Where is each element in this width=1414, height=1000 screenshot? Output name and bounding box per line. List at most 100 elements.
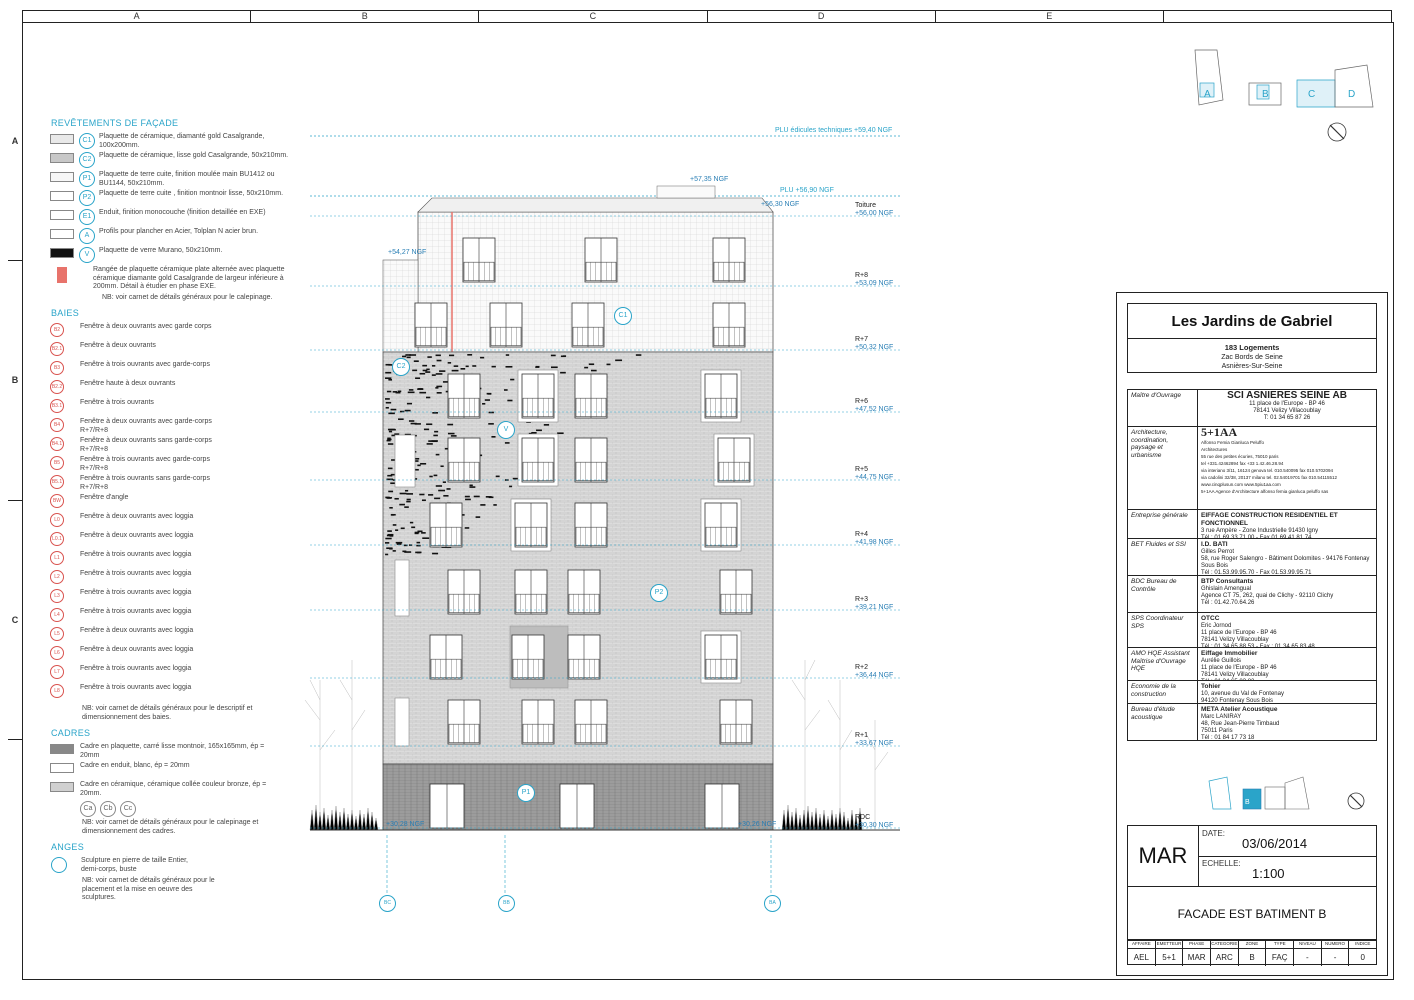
actor-name: META Atelier Acoustique bbox=[1201, 706, 1278, 713]
keyplan-label-a: A bbox=[1204, 89, 1211, 100]
window bbox=[700, 369, 742, 423]
murano-tile bbox=[417, 464, 421, 467]
murano-tile bbox=[418, 388, 423, 390]
facade-legend-item: P1 Plaquette de terre cuite, finition mou… bbox=[50, 171, 290, 189]
baie-legend-item: L0.1 Fenêtre à deux ouvrants avec loggia bbox=[50, 532, 290, 551]
project-zac: Zac Bords de Seine bbox=[1221, 354, 1283, 361]
level-value: +50,32 NGF bbox=[855, 344, 894, 351]
roof-parapet bbox=[417, 197, 774, 213]
murano-tile bbox=[421, 532, 426, 534]
murano-tile bbox=[487, 393, 492, 395]
murano-tile bbox=[420, 462, 427, 465]
murano-tile bbox=[450, 435, 457, 437]
level-name: R+7 bbox=[855, 336, 869, 343]
baies-legend-list: B2 Fenêtre à deux ouvrants avec garde cor… bbox=[50, 323, 290, 703]
murano-tile bbox=[388, 490, 394, 493]
code-value: B bbox=[1239, 949, 1267, 966]
murano-tile bbox=[427, 356, 432, 358]
level-name: R+5 bbox=[855, 466, 869, 473]
cadre-tag: Ca bbox=[80, 801, 96, 817]
murano-tile bbox=[536, 429, 542, 432]
level-value: +56,00 NGF bbox=[855, 210, 894, 217]
murano-tile bbox=[560, 371, 566, 374]
murano-tile bbox=[438, 489, 446, 492]
actor-line: 5+1AA Agence d'Architecture alfonso femi… bbox=[1201, 489, 1329, 494]
baie-tag: L4 bbox=[50, 608, 64, 622]
murano-tile bbox=[433, 474, 438, 477]
window bbox=[713, 433, 755, 487]
murano-tile bbox=[480, 356, 485, 359]
keyplan-label-b: B bbox=[1262, 89, 1269, 100]
facade-legend-text: Plaquette de terre cuite, finition moulé… bbox=[99, 171, 275, 187]
baie-legend-item: L3 Fenêtre à trois ouvrants avec loggia bbox=[50, 589, 290, 608]
murano-tile bbox=[428, 494, 434, 496]
keyplan-label-d: D bbox=[1348, 89, 1356, 100]
murano-tile bbox=[588, 363, 595, 366]
murano-tile bbox=[507, 399, 513, 402]
actor-row: Maître d'Ouvrage SCI ASNIERES SEINE AB 11 … bbox=[1128, 390, 1376, 427]
actor-row: Architecture, coordination, paysage et u… bbox=[1128, 427, 1376, 510]
baie-tag: L1 bbox=[50, 551, 64, 565]
code-value: ARC bbox=[1211, 949, 1239, 966]
murano-tile bbox=[447, 432, 455, 435]
project-title: Les Jardins de Gabriel bbox=[1128, 304, 1376, 339]
code-header: INDICE bbox=[1355, 941, 1371, 946]
actor-name: Tohier bbox=[1201, 683, 1221, 690]
murano-tile bbox=[398, 418, 404, 421]
code-value: - bbox=[1294, 949, 1322, 966]
murano-tile bbox=[389, 506, 393, 509]
window bbox=[719, 699, 753, 745]
facade-tag-marker: V bbox=[497, 421, 515, 439]
baie-legend-item: L6 Fenêtre à deux ouvrants avec loggia bbox=[50, 646, 290, 665]
baie-legend-item: L7 Fenêtre à trois ouvrants avec loggia bbox=[50, 665, 290, 684]
murano-tile bbox=[505, 354, 510, 356]
window bbox=[517, 433, 559, 487]
cadre-legend-text: Cadre en plaquette, carré lisse montnoir… bbox=[80, 743, 265, 759]
cadre-legend-item: Cadre en plaquette, carré lisse montnoir… bbox=[50, 743, 290, 761]
actor-line: Alfonso Femia Gianluca Peluffo bbox=[1201, 440, 1264, 445]
actor-line: Agence CT 75, 262, quai de Clichy - 9211… bbox=[1201, 593, 1334, 599]
actor-details: Eiffage Immobilier Aurélie Guillois 11 pla… bbox=[1198, 648, 1376, 680]
level-name: RDC bbox=[855, 814, 871, 821]
window bbox=[567, 634, 601, 680]
murano-tile bbox=[504, 442, 510, 444]
axis-marker: BB bbox=[498, 895, 515, 912]
facade-legend-list: C1 Plaquette de céramique, diamanté gold … bbox=[50, 133, 290, 292]
actor-role: SPS Coordinateur SPS bbox=[1128, 613, 1198, 647]
code-value: 5+1 bbox=[1156, 949, 1184, 966]
baie-legend-item: L0 Fenêtre à deux ouvrants avec loggia bbox=[50, 513, 290, 532]
murano-tile bbox=[453, 365, 459, 367]
facade-tag: E1 bbox=[79, 209, 95, 225]
baie-tag: L6 bbox=[50, 646, 64, 660]
facade-tag: P2 bbox=[79, 190, 95, 206]
murano-tile bbox=[416, 541, 421, 544]
murano-tile bbox=[467, 354, 473, 356]
facade-legend-item: Rangée de plaquette céramique plate alte… bbox=[50, 266, 290, 292]
baie-tag: B2.2 bbox=[50, 380, 64, 394]
top-level-1: +57,35 NGF bbox=[690, 176, 729, 183]
murano-tile bbox=[488, 423, 494, 425]
window bbox=[447, 699, 481, 745]
murano-tile bbox=[387, 497, 393, 499]
murano-tile bbox=[473, 495, 480, 498]
axis-marker: BA bbox=[764, 895, 781, 912]
side-volume bbox=[382, 259, 419, 353]
murano-tile bbox=[387, 443, 394, 445]
murano-tile bbox=[432, 552, 439, 555]
window bbox=[447, 569, 481, 615]
baie-legend-item: L2 Fenêtre à trois ouvrants avec loggia bbox=[50, 570, 290, 589]
level-value: +41,98 NGF bbox=[855, 539, 894, 546]
level-name: R+3 bbox=[855, 596, 869, 603]
facade-tag: P1 bbox=[79, 171, 95, 187]
level-name: R+4 bbox=[855, 531, 869, 538]
window bbox=[429, 634, 463, 680]
actor-line: Eric Jornod bbox=[1201, 623, 1232, 629]
code-header: PHASE bbox=[1183, 940, 1212, 948]
murano-tile bbox=[417, 530, 423, 533]
facade-legend-item: A Profils pour plancher en Acier, Tolplan… bbox=[50, 228, 290, 246]
facade-tag-marker: C2 bbox=[392, 358, 410, 376]
baie-legend-text: Fenêtre à trois ouvrants avec loggia bbox=[80, 589, 192, 596]
murano-tile bbox=[406, 493, 414, 495]
baie-legend-item: L1 Fenêtre à trois ouvrants avec loggia bbox=[50, 551, 290, 570]
project-subtitle: 183 Logements Zac Bords de Seine Asnière… bbox=[1128, 339, 1376, 371]
